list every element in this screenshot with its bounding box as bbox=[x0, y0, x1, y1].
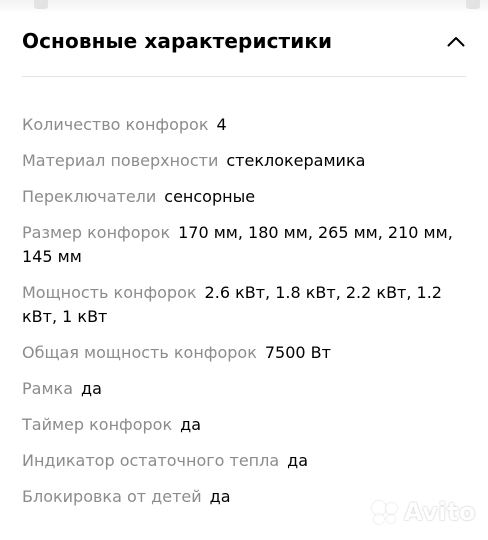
watermark-text: Avito bbox=[403, 498, 476, 526]
section-title: Основные характеристики bbox=[22, 29, 333, 53]
spec-value: да bbox=[81, 379, 102, 398]
top-edge-stub bbox=[34, 0, 48, 9]
chevron-up-icon bbox=[447, 36, 465, 46]
spec-list: Количество конфорок 4 Материал поверхност… bbox=[22, 113, 468, 521]
spec-row: Индикатор остаточного тепла да bbox=[22, 449, 468, 473]
spec-label: Блокировка от детей bbox=[22, 487, 202, 506]
spec-row: Материал поверхности стеклокерамика bbox=[22, 149, 468, 173]
spec-row: Таймер конфорок да bbox=[22, 413, 468, 437]
watermark: Avito bbox=[371, 498, 476, 526]
spec-value: да bbox=[287, 451, 309, 470]
spec-row: Переключатели сенсорные bbox=[22, 185, 468, 209]
spec-label: Переключатели bbox=[22, 187, 157, 206]
spec-label: Количество конфорок bbox=[22, 115, 209, 134]
spec-label: Рамка bbox=[22, 379, 73, 398]
spec-row: Мощность конфорок 2.6 кВт, 1.8 кВт, 2.2 к… bbox=[22, 281, 468, 329]
spec-row: Рамка да bbox=[22, 377, 468, 401]
spec-value: сенсорные bbox=[164, 187, 256, 206]
spec-label: Индикатор остаточного тепла bbox=[22, 451, 280, 470]
spec-value: да bbox=[209, 487, 231, 506]
spec-label: Материал поверхности bbox=[22, 151, 219, 170]
top-edge-stub bbox=[466, 0, 480, 9]
section-header[interactable]: Основные характеристики bbox=[22, 18, 470, 64]
collapse-button[interactable] bbox=[442, 27, 470, 55]
spec-row: Размер конфорок 170 мм, 180 мм, 265 мм, 2… bbox=[22, 221, 468, 269]
spec-row: Общая мощность конфорок 7500 Вт bbox=[22, 341, 468, 365]
spec-label: Размер конфорок bbox=[22, 223, 171, 242]
section-divider bbox=[22, 76, 466, 77]
spec-value: 7500 Вт bbox=[264, 343, 331, 362]
avito-logo-icon bbox=[371, 501, 398, 524]
spec-label: Общая мощность конфорок bbox=[22, 343, 257, 362]
top-edge bbox=[0, 0, 488, 14]
spec-value: да bbox=[180, 415, 201, 434]
spec-value: 4 bbox=[216, 115, 227, 134]
spec-label: Таймер конфорок bbox=[22, 415, 173, 434]
spec-value: стеклокерамика bbox=[226, 151, 366, 170]
spec-label: Мощность конфорок bbox=[22, 283, 197, 302]
spec-row: Количество конфорок 4 bbox=[22, 113, 468, 137]
